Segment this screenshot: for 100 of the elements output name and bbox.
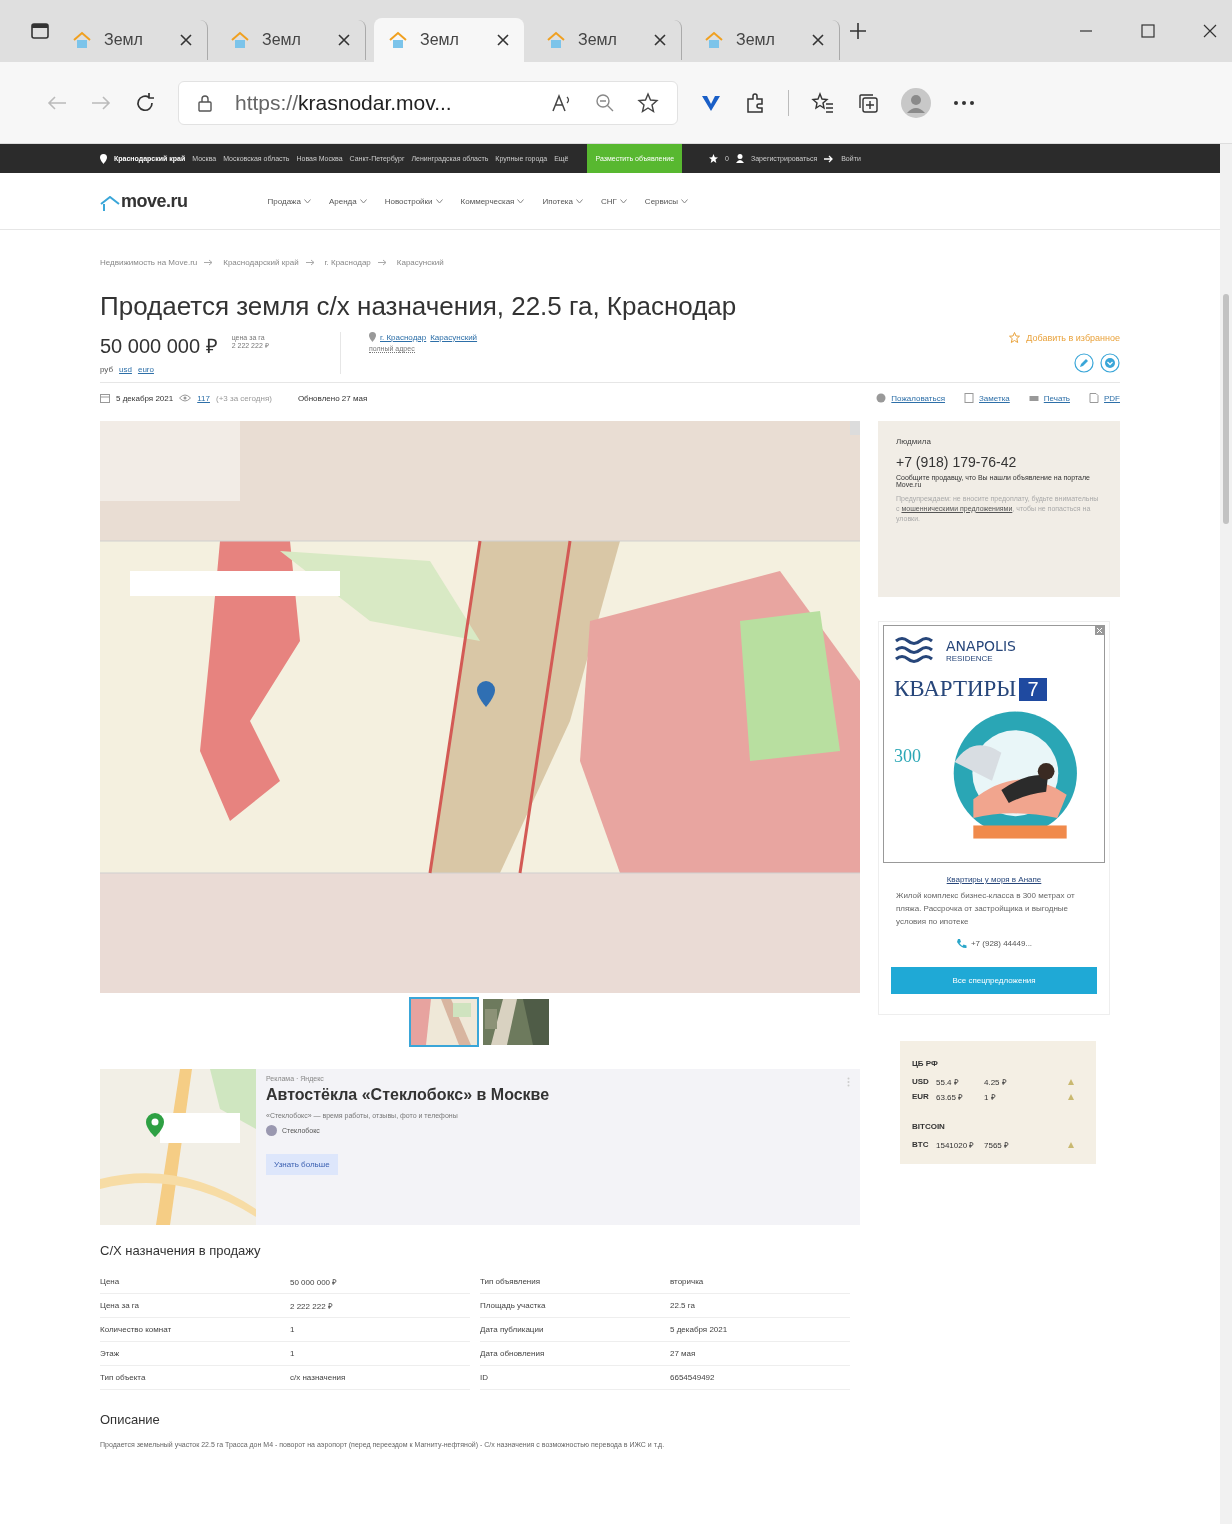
more-icon[interactable] — [953, 99, 975, 106]
currency-code: EUR — [912, 1092, 930, 1102]
browser-tab[interactable]: Земл — [532, 20, 682, 60]
ad-text: Жилой комплекс бизнес-класса в 300 метрах от пляжа. Рассрочка от застройщика и выгодные условия по ипотеке — [895, 890, 1076, 928]
collections-icon[interactable] — [857, 91, 879, 114]
phone-button[interactable]: +7 (928) 44449... — [955, 938, 1033, 950]
rates-heading: ЦБ РФ — [912, 1059, 939, 1069]
action-link[interactable]: Пожаловаться — [891, 393, 945, 403]
breadcrumb-link[interactable]: Карасунский — [396, 258, 444, 267]
photo-thumbnail[interactable] — [481, 997, 551, 1047]
profile-avatar-icon[interactable] — [901, 87, 931, 118]
warning-icon — [876, 393, 887, 403]
caret-icon — [681, 198, 688, 204]
views-count[interactable]: 117 — [197, 393, 210, 403]
nav-menu-item[interactable]: СНГ — [600, 196, 627, 206]
photo-thumbnail[interactable] — [409, 997, 479, 1047]
field-value: 22.5 га — [670, 1301, 695, 1310]
currency-label: руб — [100, 365, 114, 374]
phone-number[interactable]: +7 (918) 179-76-42 — [896, 454, 1102, 470]
field-label: Площадь участка — [480, 1301, 547, 1310]
price-text: 50 000 000 ₽ — [100, 334, 218, 359]
updated-date: Обновлено 27 мая — [297, 393, 368, 403]
action-link[interactable]: Заметка — [979, 393, 1010, 403]
nav-menu-item[interactable]: Аренда — [328, 196, 367, 206]
printer-icon — [1028, 393, 1039, 403]
forward-arrow-icon — [90, 93, 112, 112]
breadcrumb-link[interactable]: Краснодарский край — [223, 258, 299, 267]
caret-icon — [435, 198, 443, 204]
action-link[interactable]: Печать — [1043, 393, 1070, 403]
close-icon[interactable] — [337, 33, 351, 47]
nav-menu-item[interactable]: Ипотека — [542, 196, 583, 206]
calendar-icon — [100, 393, 110, 403]
phone-icon — [955, 938, 967, 950]
field-value: 27 мая — [670, 1349, 696, 1358]
district-link[interactable]: Карасунский — [430, 332, 478, 342]
maximize-icon[interactable] — [1140, 23, 1156, 39]
close-icon[interactable] — [653, 33, 667, 47]
browser-tab[interactable]: Земл — [58, 20, 208, 60]
house-icon — [704, 30, 724, 50]
favorite-star-icon[interactable] — [637, 91, 659, 114]
browser-tab[interactable]: Земл — [374, 18, 524, 62]
tab-title: Земл — [262, 31, 302, 49]
ad-link[interactable]: Квартиры у моря в Анапе — [946, 875, 1042, 884]
close-icon[interactable] — [496, 33, 510, 47]
nav-menu-item[interactable]: Продажа — [267, 196, 311, 206]
house-icon — [388, 30, 408, 50]
nav-menu-item[interactable]: Новостройки — [384, 196, 443, 206]
field-value: 2 222 222 ₽ — [290, 1301, 333, 1311]
address-field[interactable]: https://krasnodar.mov... — [178, 80, 678, 125]
rate-value: 55.4 ₽ — [936, 1077, 960, 1088]
nav-menu-item[interactable]: Сервисы — [644, 196, 688, 206]
close-icon[interactable] — [1202, 23, 1218, 39]
field-value: 6654549492 — [670, 1373, 715, 1382]
caret-icon — [575, 198, 583, 204]
edit-icon[interactable] — [1074, 353, 1094, 373]
learn-more-button[interactable]: Узнать больше — [266, 1154, 338, 1175]
login-arrow-icon — [824, 154, 835, 163]
new-tab-icon[interactable] — [848, 21, 868, 41]
favorites-list-icon[interactable] — [811, 91, 835, 114]
tab-title: Земл — [578, 31, 618, 49]
refresh-icon[interactable] — [134, 91, 156, 114]
action-link[interactable]: PDF — [1104, 393, 1120, 403]
breadcrumb-link[interactable]: Недвижимость на Move.ru — [100, 258, 198, 267]
lock-icon — [197, 93, 213, 112]
field-value: 5 декабря 2021 — [670, 1325, 728, 1334]
currency-code: USD — [912, 1077, 930, 1087]
field-label: Количество комнат — [100, 1325, 173, 1334]
zoom-icon[interactable] — [595, 92, 615, 113]
tab-actions-icon[interactable] — [30, 21, 50, 41]
dropdown-icon[interactable] — [1100, 353, 1120, 373]
url-text: https://krasnodar.mov... — [235, 90, 453, 115]
listing-title: Продается земля с/х назначения, 22.5 га, Краснодар — [100, 291, 738, 322]
site-logo[interactable]: move.ru — [100, 190, 188, 212]
rate-value: 1541020 ₽ — [936, 1140, 976, 1151]
location-pin-icon — [100, 153, 107, 164]
note-icon — [964, 393, 974, 403]
up-arrow-icon — [1068, 1093, 1074, 1100]
house-icon — [72, 30, 92, 50]
caret-icon — [303, 198, 311, 204]
house-icon — [230, 30, 250, 50]
currency-link[interactable]: usd — [119, 365, 132, 374]
currency-link[interactable]: euro — [137, 365, 154, 374]
tab-title: Земл — [420, 31, 460, 49]
close-icon[interactable] — [179, 33, 193, 47]
nav-menu-item[interactable]: Коммерческая — [460, 196, 525, 206]
field-label: Цена — [100, 1277, 121, 1286]
rate-change: 7565 ₽ — [984, 1140, 1011, 1151]
field-label: Дата обновления — [480, 1349, 546, 1358]
browser-tab[interactable]: Земл — [216, 20, 366, 60]
logo-text: move.ru — [121, 190, 188, 212]
breadcrumb-link[interactable]: г. Краснодар — [324, 258, 371, 267]
field-value: с/х назначения — [290, 1373, 346, 1382]
up-arrow-icon — [1068, 1078, 1074, 1085]
city-link[interactable]: г. Краснодар — [380, 332, 427, 342]
ad-title[interactable]: Автостёкла «Стеклобокс» в Москве — [266, 1086, 550, 1104]
browser-tab[interactable]: Земл — [690, 20, 840, 60]
ad-banner[interactable]: ANAPOLIS RESIDENCE КВАРТИРЫ 7 300 — [883, 625, 1105, 863]
close-icon[interactable] — [811, 33, 825, 47]
star-icon — [709, 154, 719, 163]
extension-icon[interactable] — [744, 91, 766, 114]
